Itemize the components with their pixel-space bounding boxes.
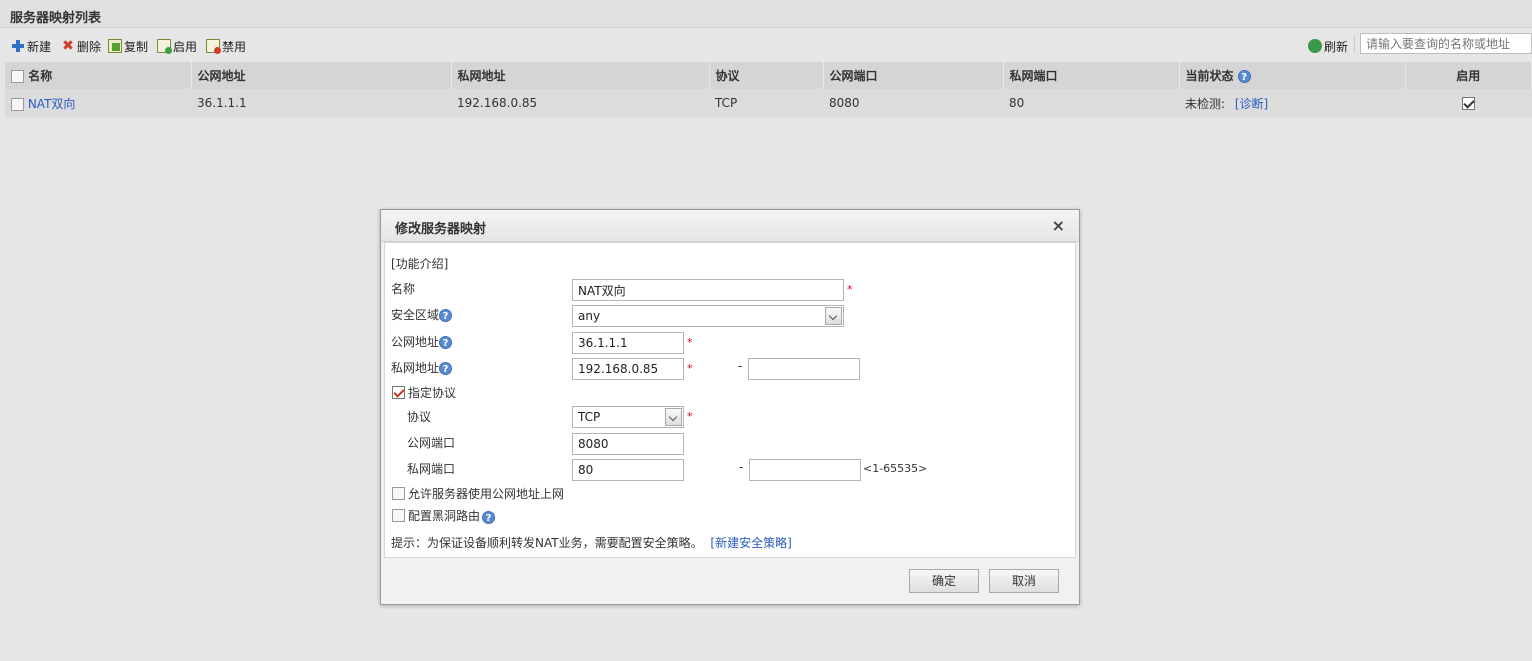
row-status: 未检测:: [1185, 96, 1226, 111]
row-public-address: 36.1.1.1: [191, 89, 451, 117]
new-security-policy-link[interactable]: [新建安全策略]: [710, 536, 791, 550]
diagnose-link[interactable]: [诊断]: [1235, 97, 1268, 111]
specify-protocol-checkbox[interactable]: [392, 386, 405, 399]
column-public-address[interactable]: 公网地址: [191, 62, 452, 89]
security-zone-label: 安全区域?: [391, 306, 453, 323]
row-checkbox[interactable]: [11, 97, 24, 111]
edit-server-mapping-dialog: 修改服务器映射 × [功能介绍] 名称 * 安全区域? any 公网地址? * …: [380, 209, 1080, 605]
dialog-footer: 确定 取消: [381, 560, 1079, 604]
blackhole-route-option[interactable]: 配置黑洞路由 ?: [392, 507, 496, 524]
allow-public-checkbox[interactable]: [392, 487, 405, 500]
copy-icon: [108, 39, 122, 53]
column-protocol[interactable]: 协议: [709, 62, 824, 89]
toolbar-separator: [1354, 36, 1355, 52]
tip-text: 提示：为保证设备顺利转发NAT业务，需要配置安全策略。: [391, 536, 703, 550]
row-name-link[interactable]: NAT双向: [28, 97, 76, 111]
feature-intro-link[interactable]: [功能介绍]: [391, 255, 448, 272]
name-label: 名称: [391, 282, 416, 296]
range-dash: -: [738, 359, 743, 373]
new-button[interactable]: 新建: [11, 37, 51, 55]
public-port-label: 公网端口: [407, 436, 456, 450]
column-private-address[interactable]: 私网地址: [451, 62, 710, 89]
row-protocol: TCP: [709, 89, 823, 117]
refresh-button[interactable]: 刷新: [1308, 37, 1348, 55]
ok-button[interactable]: 确定: [909, 569, 979, 593]
chevron-down-icon: [665, 408, 682, 426]
private-port-label: 私网端口: [407, 462, 456, 476]
private-address-end-field[interactable]: [748, 358, 860, 380]
private-port-end-field[interactable]: [749, 459, 861, 481]
column-private-port[interactable]: 私网端口: [1003, 62, 1180, 89]
cancel-button[interactable]: 取消: [989, 569, 1059, 593]
column-status[interactable]: 当前状态 ?: [1179, 62, 1406, 89]
help-icon[interactable]: ?: [1237, 70, 1251, 83]
allow-public-option[interactable]: 允许服务器使用公网地址上网: [392, 485, 564, 502]
plus-icon: [11, 39, 25, 53]
enable-button[interactable]: 启用: [157, 37, 197, 55]
disable-icon: [206, 39, 221, 54]
server-mapping-table: 名称 公网地址 私网地址 协议 公网端口 私网端口 当前状态 ? 启用 NAT双…: [5, 62, 1532, 117]
help-icon[interactable]: ?: [439, 309, 453, 322]
refresh-icon: [1308, 39, 1322, 53]
select-all-checkbox[interactable]: [11, 70, 24, 83]
specify-protocol-option[interactable]: 指定协议: [392, 384, 456, 401]
required-mark: *: [687, 410, 693, 423]
help-icon[interactable]: ?: [439, 336, 453, 349]
public-address-label: 公网地址?: [391, 333, 453, 350]
required-mark: *: [847, 283, 853, 296]
public-port-field[interactable]: [572, 433, 684, 455]
disable-button[interactable]: 禁用: [206, 37, 246, 55]
delete-button[interactable]: ✖ 删除: [61, 37, 101, 55]
search-input[interactable]: [1360, 33, 1532, 54]
public-address-field[interactable]: [572, 332, 684, 354]
table-header-row: 名称 公网地址 私网地址 协议 公网端口 私网端口 当前状态 ? 启用: [5, 62, 1532, 89]
blackhole-route-checkbox[interactable]: [392, 509, 405, 522]
toolbar: 新建 ✖ 删除 复制 启用 禁用 刷新: [0, 32, 1532, 60]
row-private-address: 192.168.0.85: [451, 89, 709, 117]
protocol-label: 协议: [407, 410, 432, 424]
row-private-port: 80: [1003, 89, 1179, 117]
private-address-label: 私网地址?: [391, 359, 453, 376]
chevron-down-icon: [825, 307, 842, 325]
security-zone-select[interactable]: any: [572, 305, 844, 327]
column-public-port[interactable]: 公网端口: [823, 62, 1004, 89]
protocol-select[interactable]: TCP: [572, 406, 684, 428]
dialog-title: 修改服务器映射: [395, 222, 487, 237]
name-field[interactable]: [572, 279, 844, 301]
help-icon[interactable]: ?: [482, 511, 496, 524]
private-port-field[interactable]: [572, 459, 684, 481]
copy-button[interactable]: 复制: [108, 37, 148, 55]
close-icon[interactable]: ×: [1052, 216, 1065, 235]
enable-icon: [157, 39, 172, 54]
column-enabled[interactable]: 启用: [1405, 62, 1532, 89]
range-dash: -: [739, 460, 744, 474]
row-public-port: 8080: [823, 89, 1003, 117]
help-icon[interactable]: ?: [439, 362, 453, 375]
table-row[interactable]: NAT双向 36.1.1.1 192.168.0.85 TCP 8080 80 …: [5, 89, 1532, 117]
page-title: 服务器映射列表: [0, 0, 1532, 28]
delete-x-icon: ✖: [62, 38, 74, 54]
column-name[interactable]: 名称: [5, 62, 192, 89]
port-range-hint: <1-65535>: [863, 462, 928, 475]
tip-line: 提示：为保证设备顺利转发NAT业务，需要配置安全策略。 [新建安全策略]: [391, 534, 792, 551]
dialog-header: 修改服务器映射 ×: [381, 210, 1079, 242]
required-mark: *: [687, 336, 693, 349]
dialog-body: [功能介绍] 名称 * 安全区域? any 公网地址? * 私网地址? * - …: [384, 242, 1076, 558]
row-enabled-checkbox[interactable]: [1461, 97, 1475, 110]
private-address-field[interactable]: [572, 358, 684, 380]
required-mark: *: [687, 362, 693, 375]
